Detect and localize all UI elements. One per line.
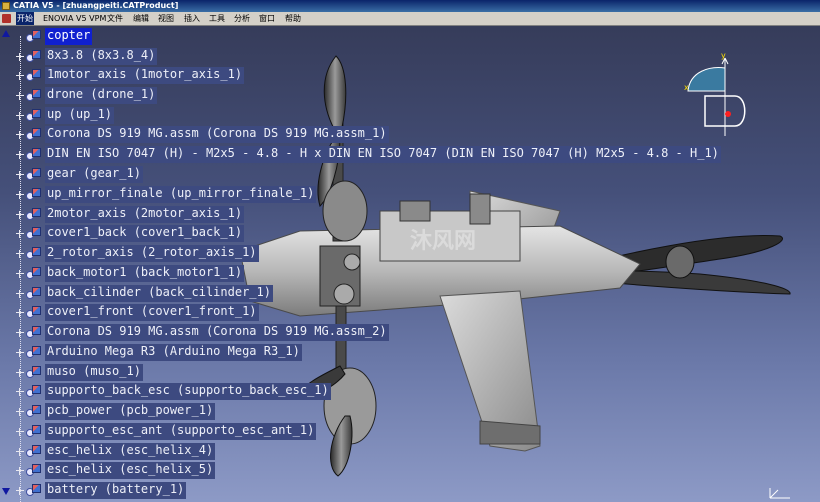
tree-node-label[interactable]: 2motor_axis (2motor_axis_1) xyxy=(45,206,245,223)
tree-node-label[interactable]: cover1_back (cover1_back_1) xyxy=(45,225,245,242)
expand-plus-icon[interactable] xyxy=(16,250,24,258)
expand-plus-icon[interactable] xyxy=(16,467,24,475)
tree-node-label[interactable]: 8x3.8 (8x3.8_4) xyxy=(45,48,158,65)
3d-viewport[interactable]: 沐风网 copter 8x3.8 (8x3.8_4) 1motor_axis (… xyxy=(0,26,820,502)
catia-app-icon xyxy=(2,2,10,10)
product-icon xyxy=(26,127,42,141)
menu-insert[interactable]: 插入 xyxy=(184,12,200,25)
expand-plus-icon[interactable] xyxy=(16,151,24,159)
part-icon xyxy=(26,266,42,280)
part-icon xyxy=(26,246,42,260)
product-icon xyxy=(26,325,42,339)
tree-node-label[interactable]: Arduino Mega R3 (Arduino Mega R3_1) xyxy=(45,344,302,361)
tree-node-label[interactable]: 2_rotor_axis (2_rotor_axis_1) xyxy=(45,245,259,262)
window-title: CATIA V5 - [zhuangpeiti.CATProduct] xyxy=(13,1,179,10)
tree-node-label[interactable]: Corona DS 919 MG.assm (Corona DS 919 MG.… xyxy=(45,324,389,341)
tree-node-label[interactable]: drone (drone_1) xyxy=(45,87,158,104)
menu-window[interactable]: 窗口 xyxy=(259,12,275,25)
part-icon xyxy=(26,305,42,319)
expand-plus-icon[interactable] xyxy=(16,230,24,238)
tree-node-label[interactable]: back_motor1 (back_motor1_1) xyxy=(45,265,245,282)
tree-node-label[interactable]: esc_helix (esc_helix_4) xyxy=(45,443,216,460)
expand-plus-icon[interactable] xyxy=(16,309,24,317)
part-icon xyxy=(26,108,42,122)
scroll-down-icon[interactable] xyxy=(2,488,10,495)
expand-plus-icon[interactable] xyxy=(16,369,24,377)
tree-node-label[interactable]: back_cilinder (back_cilinder_1) xyxy=(45,285,273,302)
part-icon xyxy=(26,463,42,477)
part-icon xyxy=(26,226,42,240)
expand-plus-icon[interactable] xyxy=(16,388,24,396)
menu-start[interactable]: 开始 xyxy=(16,12,34,25)
expand-plus-icon[interactable] xyxy=(16,112,24,120)
menu-edit[interactable]: 编辑 xyxy=(133,12,149,25)
tree-node-label[interactable]: up (up_1) xyxy=(45,107,115,124)
part-icon xyxy=(26,207,42,221)
title-bar: CATIA V5 - [zhuangpeiti.CATProduct] xyxy=(0,0,820,12)
tree-node-label[interactable]: battery (battery_1) xyxy=(45,482,187,499)
tree-node-label[interactable]: Corona DS 919 MG.assm (Corona DS 919 MG.… xyxy=(45,126,389,143)
tree-node-label[interactable]: copter xyxy=(45,28,93,45)
part-icon xyxy=(26,147,42,161)
part-icon xyxy=(26,49,42,63)
expand-plus-icon[interactable] xyxy=(16,171,24,179)
part-icon xyxy=(26,68,42,82)
tree-node-label[interactable]: 1motor_axis (1motor_axis_1) xyxy=(45,67,245,84)
part-icon xyxy=(26,444,42,458)
specification-tree: copter 8x3.8 (8x3.8_4) 1motor_axis (1mot… xyxy=(0,26,721,502)
tree-node-label[interactable]: muso (muso_1) xyxy=(45,364,143,381)
menu-analysis[interactable]: 分析 xyxy=(234,12,250,25)
expand-plus-icon[interactable] xyxy=(16,349,24,357)
part-icon xyxy=(26,384,42,398)
menu-file[interactable]: 文件 xyxy=(107,12,123,25)
tree-node-label[interactable]: gear (gear_1) xyxy=(45,166,143,183)
tree-node-label[interactable]: cover1_front (cover1_front_1) xyxy=(45,304,259,321)
tree-node-label[interactable]: supporto_esc_ant (supporto_esc_ant_1) xyxy=(45,423,317,440)
tree-node-label[interactable]: esc_helix (esc_helix_5) xyxy=(45,462,216,479)
expand-plus-icon[interactable] xyxy=(16,191,24,199)
tree-scroll-arrows xyxy=(0,26,12,502)
expand-plus-icon[interactable] xyxy=(16,487,24,495)
expand-plus-icon[interactable] xyxy=(16,131,24,139)
menu-view[interactable]: 视图 xyxy=(158,12,174,25)
compass-icon[interactable]: y x xyxy=(680,46,760,136)
menu-bar: 开始 ENOVIA V5 VPM 文件 编辑 视图 插入 工具 分析 窗口 帮助 xyxy=(0,12,820,26)
scroll-up-icon[interactable] xyxy=(2,30,10,37)
compass-y-label: y xyxy=(721,51,726,60)
product-icon xyxy=(26,29,42,43)
part-icon xyxy=(26,286,42,300)
expand-plus-icon[interactable] xyxy=(16,428,24,436)
expand-plus-icon[interactable] xyxy=(16,329,24,337)
expand-plus-icon[interactable] xyxy=(16,53,24,61)
menu-enovia[interactable]: ENOVIA V5 VPM xyxy=(43,12,106,25)
part-icon xyxy=(26,404,42,418)
expand-plus-icon[interactable] xyxy=(16,211,24,219)
expand-plus-icon[interactable] xyxy=(16,270,24,278)
part-icon xyxy=(26,365,42,379)
tree-node-label[interactable]: up_mirror_finale (up_mirror_finale_1) xyxy=(45,186,317,203)
product-icon xyxy=(26,167,42,181)
part-icon xyxy=(26,483,42,497)
tree-node-label[interactable]: pcb_power (pcb_power_1) xyxy=(45,403,216,420)
expand-plus-icon[interactable] xyxy=(16,72,24,80)
expand-plus-icon[interactable] xyxy=(16,448,24,456)
expand-plus-icon[interactable] xyxy=(16,290,24,298)
document-icon[interactable] xyxy=(2,14,11,23)
menu-help[interactable]: 帮助 xyxy=(285,12,301,25)
menu-tools[interactable]: 工具 xyxy=(209,12,225,25)
expand-plus-icon[interactable] xyxy=(16,408,24,416)
axis-triad-icon xyxy=(769,488,790,499)
compass-x-label: x xyxy=(684,83,689,92)
part-icon xyxy=(26,424,42,438)
part-icon xyxy=(26,345,42,359)
expand-plus-icon[interactable] xyxy=(16,92,24,100)
part-icon xyxy=(26,187,42,201)
part-icon xyxy=(26,88,42,102)
tree-node-label[interactable]: supporto_back_esc (supporto_back_esc_1) xyxy=(45,383,331,400)
tree-node-label[interactable]: DIN EN ISO 7047 (H) - M2x5 - 4.8 - H x D… xyxy=(45,146,721,163)
